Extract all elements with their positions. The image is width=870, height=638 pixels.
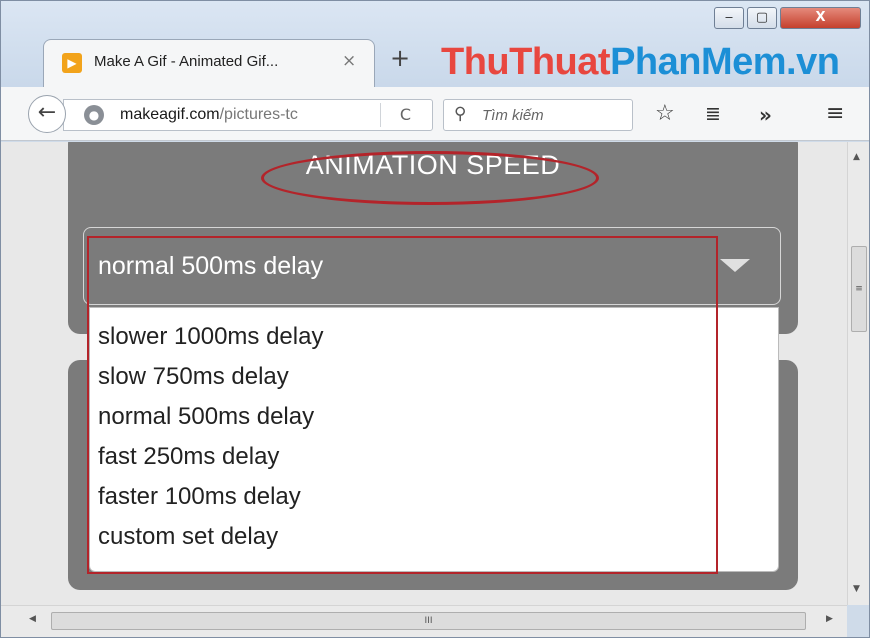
scroll-left-arrow-icon[interactable]: ◀ bbox=[29, 614, 36, 624]
tab-title: Make A Gif - Animated Gif... bbox=[94, 53, 279, 70]
watermark-part2: PhanMem bbox=[610, 41, 787, 83]
bookmark-star-icon[interactable]: ☆ bbox=[655, 101, 675, 126]
page-content: ANIMATION SPEED normal 500ms delay slowe… bbox=[1, 142, 847, 605]
highlight-ellipse bbox=[261, 151, 599, 205]
search-icon: ⚲ bbox=[454, 104, 467, 124]
scroll-up-arrow-icon[interactable]: ▲ bbox=[853, 152, 860, 162]
url-bar[interactable]: ● makeagif.com/pictures-tc C bbox=[63, 99, 433, 131]
horizontal-scroll-thumb[interactable]: III bbox=[51, 612, 806, 630]
back-arrow-icon[interactable]: ← bbox=[28, 95, 66, 133]
tab-close-icon[interactable]: × bbox=[342, 51, 356, 71]
navigation-bar: ● makeagif.com/pictures-tc C ← ⚲ Tìm kiế… bbox=[1, 87, 869, 141]
hamburger-menu-icon[interactable]: ≡ bbox=[826, 101, 844, 126]
horizontal-scrollbar[interactable]: ◀ III ▶ bbox=[1, 605, 847, 637]
vertical-scrollbar[interactable]: ▲ ≡ ▼ bbox=[847, 142, 869, 605]
scroll-down-arrow-icon[interactable]: ▼ bbox=[853, 584, 860, 594]
title-bar: ‒ ▢ X ▶ Make A Gif - Animated Gif... × +… bbox=[1, 1, 869, 87]
url-host: makeagif.com bbox=[120, 106, 220, 123]
url-path: /pictures-tc bbox=[219, 106, 298, 123]
watermark-part1: ThuThuat bbox=[441, 41, 611, 83]
scroll-right-arrow-icon[interactable]: ▶ bbox=[826, 614, 833, 624]
url-text[interactable]: makeagif.com/pictures-tc bbox=[120, 106, 350, 124]
search-input[interactable]: ⚲ Tìm kiếm bbox=[443, 99, 633, 131]
overflow-chevron-icon[interactable]: » bbox=[759, 103, 772, 127]
dropdown-arrow-icon bbox=[720, 259, 750, 272]
new-tab-button[interactable]: + bbox=[390, 44, 410, 72]
reading-list-icon[interactable]: ≣ bbox=[705, 103, 721, 125]
makeagif-favicon-icon: ▶ bbox=[62, 53, 82, 73]
globe-icon: ● bbox=[84, 105, 104, 125]
browser-window: ‒ ▢ X ▶ Make A Gif - Animated Gif... × +… bbox=[0, 0, 870, 638]
close-button[interactable]: X bbox=[780, 7, 861, 29]
maximize-button[interactable]: ▢ bbox=[747, 7, 777, 29]
tab-make-a-gif[interactable]: ▶ Make A Gif - Animated Gif... × bbox=[43, 39, 375, 87]
search-placeholder: Tìm kiếm bbox=[482, 107, 544, 124]
watermark-part3: .vn bbox=[786, 41, 840, 83]
reload-icon[interactable]: C bbox=[380, 103, 430, 127]
watermark-logo: ThuThuatPhanMem.vn bbox=[441, 41, 840, 84]
minimize-button[interactable]: ‒ bbox=[714, 7, 744, 29]
vertical-scroll-thumb[interactable]: ≡ bbox=[851, 246, 867, 332]
highlight-rectangle bbox=[87, 236, 718, 574]
